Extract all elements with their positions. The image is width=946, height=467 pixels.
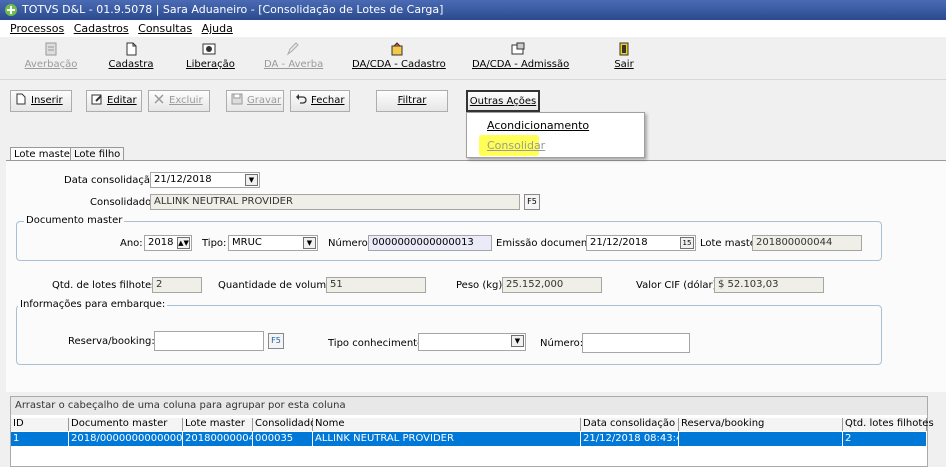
menu-processos[interactable]: Processos <box>10 22 64 35</box>
release-icon <box>202 43 216 55</box>
app-logo-icon <box>5 4 17 16</box>
tab-lote-master[interactable]: Lote master <box>10 147 79 161</box>
menu-item-consolidar[interactable]: Consolidar <box>487 139 545 152</box>
table-row-cell-reserva[interactable] <box>679 432 843 446</box>
new-page-icon <box>16 93 26 105</box>
ano-label: Ano: <box>120 238 143 249</box>
filtrar-button[interactable]: Filtrar <box>376 90 448 112</box>
numero-embarque-label: Número: <box>540 338 584 349</box>
save-disk-icon <box>231 93 243 105</box>
table-row-cell-id[interactable]: 1 <box>11 432 69 446</box>
table-row-cell-data[interactable]: 21/12/2018 08:43:44 <box>581 432 679 446</box>
reserva-booking-field[interactable] <box>154 331 264 351</box>
valor-cif-field[interactable]: $ 52.103,03 <box>714 277 824 293</box>
chevron-down-icon[interactable]: ▼ <box>245 174 258 186</box>
da-averba-button[interactable]: DA - Averba <box>264 42 323 70</box>
qtd-lotes-filhotes-field[interactable]: 2 <box>152 277 202 293</box>
lotes-grid: Arrastar o cabeçalho de uma coluna para … <box>10 396 934 467</box>
excluir-button[interactable]: Excluir <box>148 90 210 112</box>
fechar-button[interactable]: Fechar <box>290 90 350 112</box>
column-header-id[interactable]: ID <box>11 418 69 431</box>
informacoes-embarque-legend: Informações para embarque: <box>18 299 168 310</box>
form-panel: Data consolidação: 21/12/2018 ▼ Consolid… <box>6 160 946 392</box>
register-icon <box>391 42 403 56</box>
table-row-cell-consolidador[interactable]: 000035 <box>253 432 313 446</box>
consolidador-f5-button[interactable]: F5 <box>524 194 540 210</box>
peso-label: Peso (kg): <box>456 280 506 291</box>
page-icon <box>126 42 137 56</box>
pencil-icon <box>286 42 299 56</box>
sair-button[interactable]: Sair <box>610 42 638 70</box>
tipo-conhecimento-select[interactable]: ▼ <box>418 333 526 351</box>
data-consolidacao-field[interactable]: 21/12/2018 ▼ <box>150 172 260 188</box>
quantidade-volumes-field[interactable]: 51 <box>326 277 426 293</box>
main-toolbar: Averbação Cadastra Liberação DA - Averba… <box>0 38 946 80</box>
reserva-booking-label: Reserva/booking: <box>68 336 155 347</box>
numero-field[interactable]: 0000000000000013 <box>368 235 492 251</box>
emissao-documento-field[interactable]: 21/12/2018 15 <box>586 235 696 251</box>
liberacao-button[interactable]: Liberação <box>186 42 235 70</box>
emissao-documento-label: Emissão documento: <box>496 238 601 249</box>
qtd-lotes-filhotes-label: Qtd. de lotes filhotes: <box>52 280 160 291</box>
column-header-documento-master[interactable]: Documento master <box>69 418 183 431</box>
undo-arrow-icon <box>296 94 307 104</box>
group-by-hint: Arrastar o cabeçalho de uma coluna para … <box>11 397 927 415</box>
column-header-qtd-lotes-filhotes[interactable]: Qtd. lotes filhotes <box>843 418 934 431</box>
column-header-data-consolidacao[interactable]: Data consolidação <box>581 418 679 431</box>
exit-door-icon <box>619 42 629 56</box>
table-row-cell-qtd[interactable]: 2 <box>843 432 927 446</box>
ano-spinner[interactable]: 2018 ▲▼ <box>144 235 192 251</box>
lote-master-field[interactable]: 201800000044 <box>752 235 862 251</box>
admission-icon <box>511 42 525 55</box>
tipo-label: Tipo: <box>202 238 227 249</box>
numero-embarque-field[interactable] <box>582 333 690 353</box>
menubar: Processos Cadastros Consultas Ajuda <box>0 20 946 37</box>
chevron-down-icon[interactable]: ▼ <box>303 237 316 249</box>
table-row-cell-nome[interactable]: ALLINK NEUTRAL PROVIDER <box>313 432 581 446</box>
documento-master-legend: Documento master <box>24 215 125 226</box>
table-row-cell-documento[interactable]: 2018/0000000000000013 <box>69 432 183 446</box>
chevron-down-icon[interactable]: ▼ <box>511 335 524 347</box>
consolidador-label: Consolidador: <box>90 197 159 208</box>
outras-acoes-menu: Acondicionamento Consolidar <box>466 112 645 158</box>
column-header-consolidador[interactable]: Consolidador <box>253 418 320 431</box>
da-cda-admissao-button[interactable]: DA/CDA - Admissão <box>472 42 569 70</box>
edit-icon <box>91 94 102 105</box>
numero-label: Número: <box>328 238 372 249</box>
reserva-f5-button[interactable]: F5 <box>268 333 284 349</box>
valor-cif-label: Valor CIF (dólar): <box>636 280 720 291</box>
menu-item-acondicionamento[interactable]: Acondicionamento <box>487 119 589 132</box>
column-header-lote-master[interactable]: Lote master <box>183 418 253 431</box>
column-header-nome[interactable]: Nome <box>313 418 581 431</box>
window-title: TOTVS D&L - 01.9.5078 | Sara Aduaneiro -… <box>22 3 444 16</box>
cadastra-button[interactable]: Cadastra <box>108 42 154 70</box>
menu-cadastros[interactable]: Cadastros <box>74 22 129 35</box>
delete-x-icon <box>154 94 164 104</box>
inserir-button[interactable]: Inserir <box>10 90 72 112</box>
spinner-arrows-icon[interactable]: ▲▼ <box>177 237 190 249</box>
editar-button[interactable]: Editar <box>86 90 142 112</box>
window-titlebar: TOTVS D&L - 01.9.5078 | Sara Aduaneiro -… <box>0 0 946 20</box>
tipo-select[interactable]: MRUC ▼ <box>228 235 318 251</box>
outras-acoes-button[interactable]: Outras Ações <box>466 90 540 112</box>
tipo-conhecimento-label: Tipo conhecimento: <box>328 338 427 349</box>
quantidade-volumes-label: Quantidade de volumes: <box>218 280 341 291</box>
consolidador-field[interactable]: ALLINK NEUTRAL PROVIDER <box>150 194 520 210</box>
menu-consultas[interactable]: Consultas <box>138 22 192 35</box>
peso-field[interactable]: 25.152,000 <box>502 277 602 293</box>
column-header-reserva-booking[interactable]: Reserva/booking <box>679 418 843 431</box>
da-cda-cadastro-button[interactable]: DA/CDA - Cadastro <box>352 42 446 70</box>
menu-ajuda[interactable]: Ajuda <box>202 22 233 35</box>
calendar-icon[interactable]: 15 <box>680 237 694 249</box>
gravar-button[interactable]: Gravar <box>226 90 284 112</box>
tab-lote-filho[interactable]: Lote filho <box>70 147 125 161</box>
data-consolidacao-label: Data consolidação: <box>64 175 160 186</box>
document-icon <box>45 42 57 56</box>
table-row-cell-lote[interactable]: 201800000044 <box>183 432 253 446</box>
averbacao-button[interactable]: Averbação <box>24 42 78 70</box>
